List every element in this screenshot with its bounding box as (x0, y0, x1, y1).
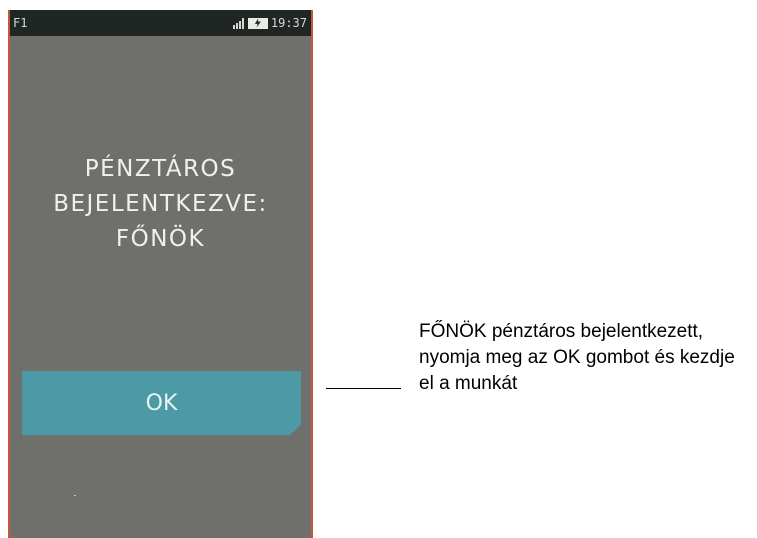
function-key-label: F1 (13, 16, 28, 30)
ok-button[interactable]: OK (22, 371, 301, 435)
clock: 19:37 (270, 16, 307, 30)
device-screen: F1 19:37 PÉNZTÁROS BEJELENTKEZVE: FŐNÖK … (8, 10, 313, 538)
screen-artifact (74, 495, 76, 496)
battery-charging-icon (247, 17, 268, 29)
login-message: PÉNZTÁROS BEJELENTKEZVE: FŐNÖK (10, 152, 311, 257)
callout-line (326, 388, 401, 389)
signal-icon (232, 17, 244, 29)
status-indicators: 19:37 (232, 16, 307, 30)
message-line-1: PÉNZTÁROS (84, 156, 237, 182)
callout-text: FŐNÖK pénztáros bejelentkezett, nyomja m… (419, 321, 735, 394)
ok-button-label: OK (145, 390, 178, 416)
message-line-2: BEJELENTKEZVE: (53, 191, 268, 217)
status-bar: F1 19:37 (10, 10, 311, 36)
message-line-3: FŐNÖK (115, 226, 206, 252)
